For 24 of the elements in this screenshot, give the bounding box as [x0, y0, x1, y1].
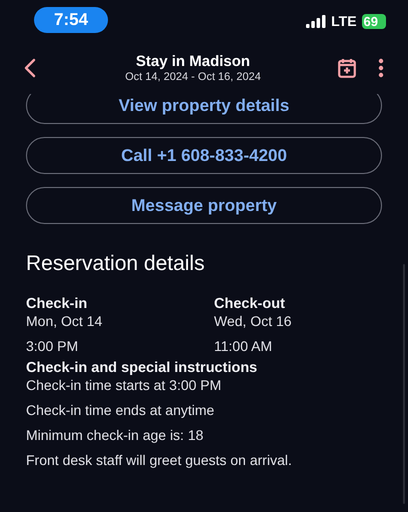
page-title: Stay in Madison	[134, 53, 252, 70]
time-text: 3:00 PM	[26, 338, 80, 354]
column-label: Check-in	[26, 296, 88, 312]
section-heading: Reservation details	[26, 252, 206, 276]
date-text: Wed, Oct 16	[214, 313, 293, 329]
instruction-text: Check-in time ends at anytime	[26, 402, 216, 418]
signal-icon	[306, 14, 326, 28]
calendar-add-icon[interactable]	[338, 58, 356, 78]
action-button[interactable]: Call +1 608-833-4200	[26, 137, 382, 174]
back-icon[interactable]	[24, 58, 36, 78]
instructions-heading: Check-in and special instructions	[26, 360, 258, 376]
more-icon[interactable]	[378, 58, 384, 78]
instruction-text: Front desk staff will greet guests on arrival.	[26, 452, 293, 468]
date-range: Oct 14, 2024 - Oct 16, 2024	[124, 71, 262, 83]
instruction-text: Check-in time starts at 3:00 PM	[26, 377, 222, 393]
action-button[interactable]: View property details	[26, 94, 382, 124]
action-button[interactable]: Message property	[26, 187, 382, 224]
date-text: Mon, Oct 14	[26, 313, 104, 329]
time-text: 11:00 AM	[214, 338, 274, 354]
clock-time: 7:54	[34, 7, 108, 33]
battery-level: 69	[362, 14, 386, 28]
instruction-text: Minimum check-in age is: 18	[26, 427, 204, 443]
network-label: LTE	[331, 13, 357, 29]
column-label: Check-out	[214, 296, 286, 312]
